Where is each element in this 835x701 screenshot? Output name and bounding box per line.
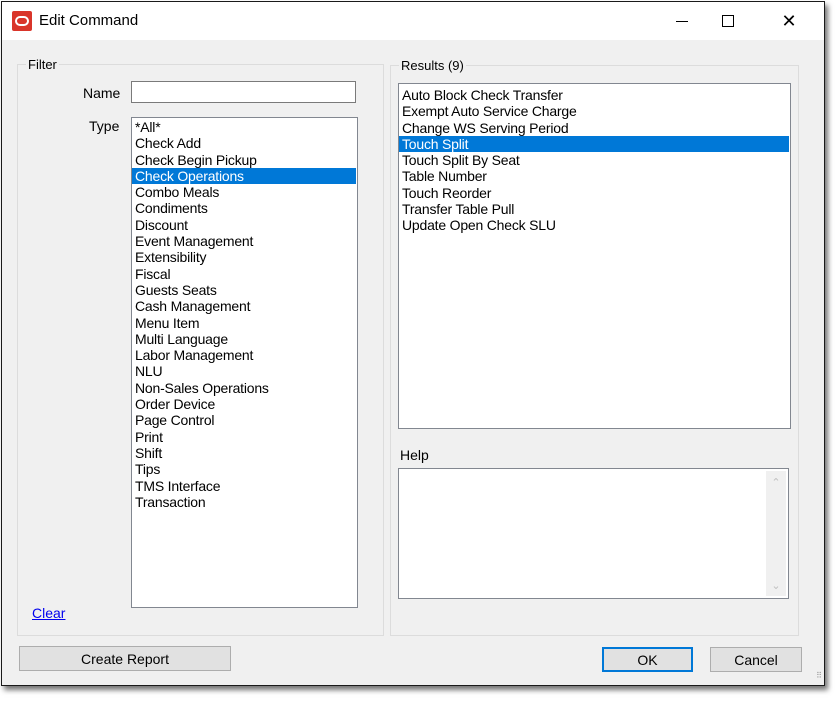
type-list-item[interactable]: Cash Management (132, 298, 357, 314)
type-list-item[interactable]: Discount (132, 217, 357, 233)
type-list-item[interactable]: Check Begin Pickup (132, 152, 357, 168)
result-list-item[interactable]: Touch Reorder (399, 185, 790, 201)
name-input[interactable] (131, 81, 356, 103)
type-list-item[interactable]: *All* (132, 119, 357, 135)
result-list-item[interactable]: Update Open Check SLU (399, 217, 790, 233)
results-legend: Results (9) (399, 58, 466, 73)
type-list-item[interactable]: Tips (132, 461, 357, 477)
type-list-item[interactable]: Check Operations (132, 167, 356, 185)
clear-link[interactable]: Clear (32, 605, 65, 621)
result-list-item[interactable]: Change WS Serving Period (399, 120, 790, 136)
result-list-item[interactable]: Table Number (399, 168, 790, 184)
type-list-item[interactable]: Check Add (132, 135, 357, 151)
window-title: Edit Command (39, 12, 139, 29)
maximize-button[interactable] (705, 2, 751, 40)
type-list-item[interactable]: Condiments (132, 200, 357, 216)
type-label: Type (89, 118, 120, 134)
oracle-app-icon (12, 11, 32, 31)
maximize-icon (722, 15, 734, 27)
type-list-item[interactable]: Menu Item (132, 315, 357, 331)
type-list-item[interactable]: Labor Management (132, 347, 357, 363)
result-list-item[interactable]: Touch Split By Seat (399, 152, 790, 168)
type-list-item[interactable]: Transaction (132, 494, 357, 510)
type-list-item[interactable]: NLU (132, 363, 357, 379)
type-list-item[interactable]: Shift (132, 445, 357, 461)
type-list-item[interactable]: Page Control (132, 412, 357, 428)
type-list-item[interactable]: Guests Seats (132, 282, 357, 298)
result-list-item[interactable]: Auto Block Check Transfer (399, 87, 790, 103)
cancel-button[interactable]: Cancel (710, 647, 802, 672)
type-list-item[interactable]: Print (132, 429, 357, 445)
type-list-item[interactable]: Event Management (132, 233, 357, 249)
edit-command-dialog: Edit Command ✕ Filter Name Type *All* Che… (1, 1, 825, 686)
close-button[interactable]: ✕ (766, 2, 812, 40)
type-list-item[interactable]: Non-Sales Operations (132, 380, 357, 396)
create-report-button[interactable]: Create Report (19, 646, 231, 671)
result-list-item[interactable]: Transfer Table Pull (399, 201, 790, 217)
scroll-down-icon[interactable]: ⌄ (766, 576, 786, 596)
help-scrollbar[interactable]: ⌃ ⌄ (766, 471, 786, 596)
type-list-item[interactable]: Combo Meals (132, 184, 357, 200)
help-textbox[interactable]: ⌃ ⌄ (398, 468, 789, 599)
minimize-button[interactable] (659, 2, 705, 40)
title-bar[interactable]: Edit Command ✕ (2, 2, 824, 40)
type-list-item[interactable]: Fiscal (132, 266, 357, 282)
ok-button[interactable]: OK (602, 647, 693, 672)
resize-grip-icon[interactable]: ⠿ (812, 672, 822, 683)
close-icon: ✕ (781, 11, 797, 31)
type-list-item[interactable]: Extensibility (132, 249, 357, 265)
minimize-icon (676, 20, 688, 22)
results-listbox[interactable]: Auto Block Check Transfer Exempt Auto Ser… (398, 83, 791, 429)
name-label: Name (83, 85, 121, 101)
scroll-up-icon[interactable]: ⌃ (766, 473, 786, 493)
result-list-item[interactable]: Touch Split (399, 135, 789, 153)
filter-legend: Filter (26, 57, 59, 72)
type-list-item[interactable]: TMS Interface (132, 478, 357, 494)
help-label: Help (400, 447, 429, 463)
type-list-item[interactable]: Order Device (132, 396, 357, 412)
result-list-item[interactable]: Exempt Auto Service Charge (399, 103, 790, 119)
type-listbox[interactable]: *All* Check Add Check Begin Pickup Check Op… (131, 117, 358, 608)
type-list-item[interactable]: Multi Language (132, 331, 357, 347)
